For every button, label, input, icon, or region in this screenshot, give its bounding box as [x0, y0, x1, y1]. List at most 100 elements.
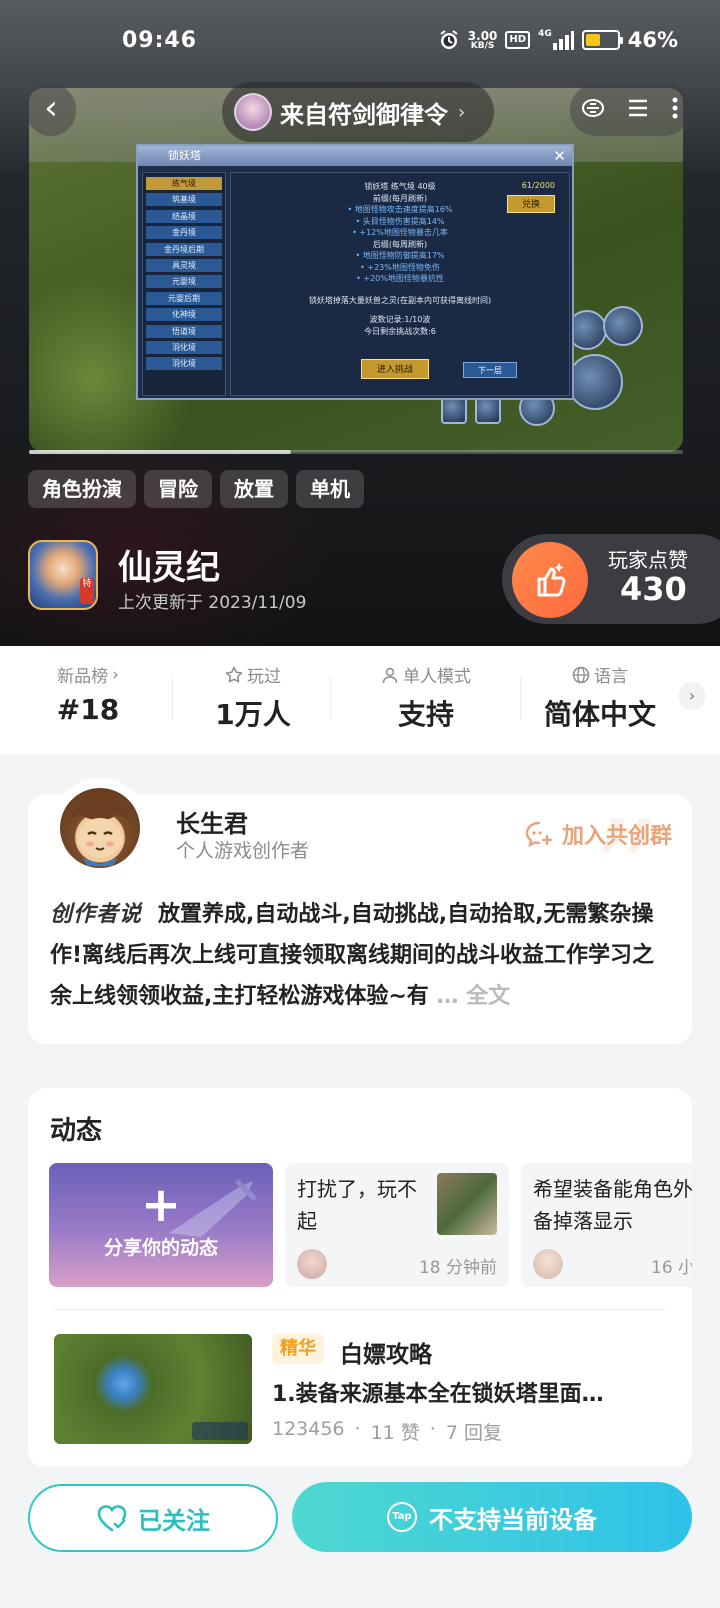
- post-likes: 11 赞: [370, 1422, 420, 1444]
- post-preview[interactable]: 希望装备能角色外和装备掉落显示 16 小: [521, 1163, 692, 1287]
- join-group-button[interactable]: 加入共创群: [524, 818, 672, 850]
- signal-icon: 4G: [538, 29, 574, 51]
- feed-card: 动态 + 分享你的动态 打扰了，玩不起 18 分钟前 希望装备能角色外和装备掉落…: [28, 1088, 692, 1468]
- divider: [520, 676, 521, 720]
- dialog-line: 后缀(每周刷新): [372, 239, 428, 249]
- star-icon: [225, 666, 243, 682]
- like-button[interactable]: [512, 542, 588, 618]
- game-icon-badge: 特: [80, 578, 94, 604]
- stat-ranking[interactable]: 新品榜 › #18: [28, 662, 148, 727]
- stat-label: 语言: [594, 667, 628, 687]
- banner-text: 来自符剑御律令: [280, 100, 448, 129]
- game-icon: 特: [28, 540, 98, 610]
- alarm-icon: [438, 29, 460, 51]
- genre-tag[interactable]: 单机: [296, 470, 364, 508]
- stats-scroll-button[interactable]: ›: [678, 682, 706, 710]
- creator-description[interactable]: 创作者说 放置养成,自动战斗,自动挑战,自动拾取,无需繁杂操作!离线后再次上线可直…: [50, 894, 672, 1017]
- back-button[interactable]: ‹: [26, 84, 76, 136]
- genre-tag[interactable]: 放置: [220, 470, 288, 508]
- creator-card: ” 长生君 个人游戏创作者 加入共创群 创作者说 放置养成,自动战斗,自动挑战,自…: [28, 778, 692, 1044]
- unsupported-device-button[interactable]: Tap 不支持当前设备: [292, 1482, 692, 1552]
- stat-played: 玩过 1万人: [188, 662, 318, 733]
- chat-group-icon: [525, 821, 553, 848]
- dialog-exchange-button: 兑换: [507, 195, 555, 213]
- thumbs-up-icon: [537, 563, 566, 597]
- genre-tag[interactable]: 角色扮演: [28, 470, 136, 508]
- creator-name[interactable]: 长生君: [176, 804, 248, 839]
- dialog-heading: 锁妖塔 练气境 40级: [364, 182, 436, 191]
- more-icon[interactable]: [671, 96, 679, 125]
- genre-tag[interactable]: 冒险: [144, 470, 212, 508]
- skill-icon: [567, 354, 623, 410]
- chevron-right-icon: ›: [112, 664, 119, 685]
- avatar: [297, 1249, 327, 1279]
- sword-icon: [169, 1179, 257, 1237]
- device-label: 不支持当前设备: [429, 1505, 597, 1534]
- post-title: 1.装备来源基本全在锁妖塔里面…: [272, 1382, 604, 1407]
- share-post-button[interactable]: + 分享你的动态: [49, 1163, 273, 1287]
- dialog-line: • +20%地图怪物暴抗性: [356, 274, 444, 283]
- dialog-next-button: 下一层: [463, 362, 517, 378]
- realm-list-item: 羽化境: [146, 357, 222, 371]
- person-icon: [382, 667, 398, 683]
- post-preview[interactable]: 打扰了，玩不起 18 分钟前: [285, 1163, 509, 1287]
- follow-button[interactable]: 已关注: [28, 1484, 278, 1552]
- chevron-right-icon: ›: [458, 101, 466, 123]
- post-preview-text: 希望装备能角色外和装备掉落显示: [533, 1177, 692, 1233]
- dialog-record: 波数记录:1/10波: [369, 315, 431, 324]
- game-title: 仙灵纪: [118, 548, 220, 588]
- featured-post-image: [54, 1334, 252, 1444]
- post-category: 白嫖攻略: [340, 1342, 432, 1368]
- skill-icon: [603, 306, 643, 346]
- mute-icon[interactable]: [581, 97, 605, 124]
- realm-list-item: 具灵境: [146, 258, 222, 272]
- menu-icon[interactable]: [627, 98, 649, 123]
- close-icon: ✕: [553, 147, 566, 165]
- stat-label: 新品榜: [57, 667, 109, 687]
- divider: [330, 676, 331, 720]
- realm-list-item: 练气境: [146, 177, 222, 190]
- stat-label: 玩过: [247, 667, 281, 687]
- realm-list-item: 化神境: [146, 308, 222, 322]
- dialog-remaining: 今日剩余挑战次数:6: [364, 326, 436, 336]
- dialog-line: • +12%地图怪物暴击几率: [352, 228, 448, 237]
- creator-avatar[interactable]: [50, 778, 150, 878]
- follow-label: 已关注: [138, 1506, 210, 1535]
- featured-post[interactable]: 精华 白嫖攻略 1.装备来源基本全在锁妖塔里面… 123456 · 11 赞 ·…: [54, 1334, 674, 1444]
- post-preview-time: 16 小: [651, 1258, 692, 1278]
- realm-list-item: 金丹境后期: [146, 242, 222, 256]
- post-preview-time: 18 分钟前: [418, 1258, 497, 1278]
- player-likes: 玩家点赞 430: [502, 534, 720, 624]
- globe-icon: [572, 666, 590, 683]
- stat-label: 单人模式: [403, 667, 471, 687]
- battery-percent: 46%: [627, 28, 678, 52]
- creator-banner[interactable]: 来自符剑御律令 ›: [222, 82, 494, 142]
- stat-label-row: 玩过: [188, 662, 318, 687]
- meta-separator: ·: [429, 1418, 436, 1440]
- dialog-title-text: 锁妖塔: [168, 149, 201, 162]
- banner-avatar: [234, 93, 272, 131]
- status-bar: 09:46 3.00 KB/S HD 4G 46%: [0, 22, 720, 62]
- realm-list-item: 元婴后期: [146, 291, 222, 305]
- stat-language: 语言 简体中文: [532, 662, 668, 733]
- network-type: 4G: [538, 29, 552, 39]
- post-author: 123456: [272, 1418, 345, 1440]
- post-preview-thumbnail: [437, 1173, 497, 1235]
- meta-separator: ·: [354, 1418, 361, 1440]
- featured-post-hud: [192, 1422, 248, 1440]
- stat-value: 支持: [397, 698, 454, 731]
- genre-tags: 角色扮演 冒险 放置 单机: [28, 470, 364, 508]
- read-more-link[interactable]: 全文: [466, 984, 510, 1009]
- stats-bar: 新品榜 › #18 玩过 1万人 单人模式 支持 语言 简体中文 ›: [0, 646, 720, 754]
- avatar-face: [60, 788, 140, 868]
- game-dialog-lock-tower: 锁妖塔 ✕ 练气境 筑基境 结晶境 金丹境 金丹境后期 具灵境 元婴境 元婴后期 化神境 悟道境羽…: [136, 144, 574, 400]
- media-progress-fill: [29, 450, 291, 454]
- heart-check-icon: [97, 1505, 127, 1532]
- network-speed-unit: KB/S: [470, 40, 495, 51]
- status-time: 09:46: [122, 28, 198, 53]
- creator-says-label: 创作者说: [50, 902, 143, 927]
- taptap-logo-icon: Tap: [387, 1502, 417, 1532]
- status-icons: 3.00 KB/S HD 4G 46%: [438, 28, 678, 52]
- likes-label: 玩家点赞: [608, 548, 688, 572]
- game-dialog-title: 锁妖塔 ✕: [138, 146, 572, 166]
